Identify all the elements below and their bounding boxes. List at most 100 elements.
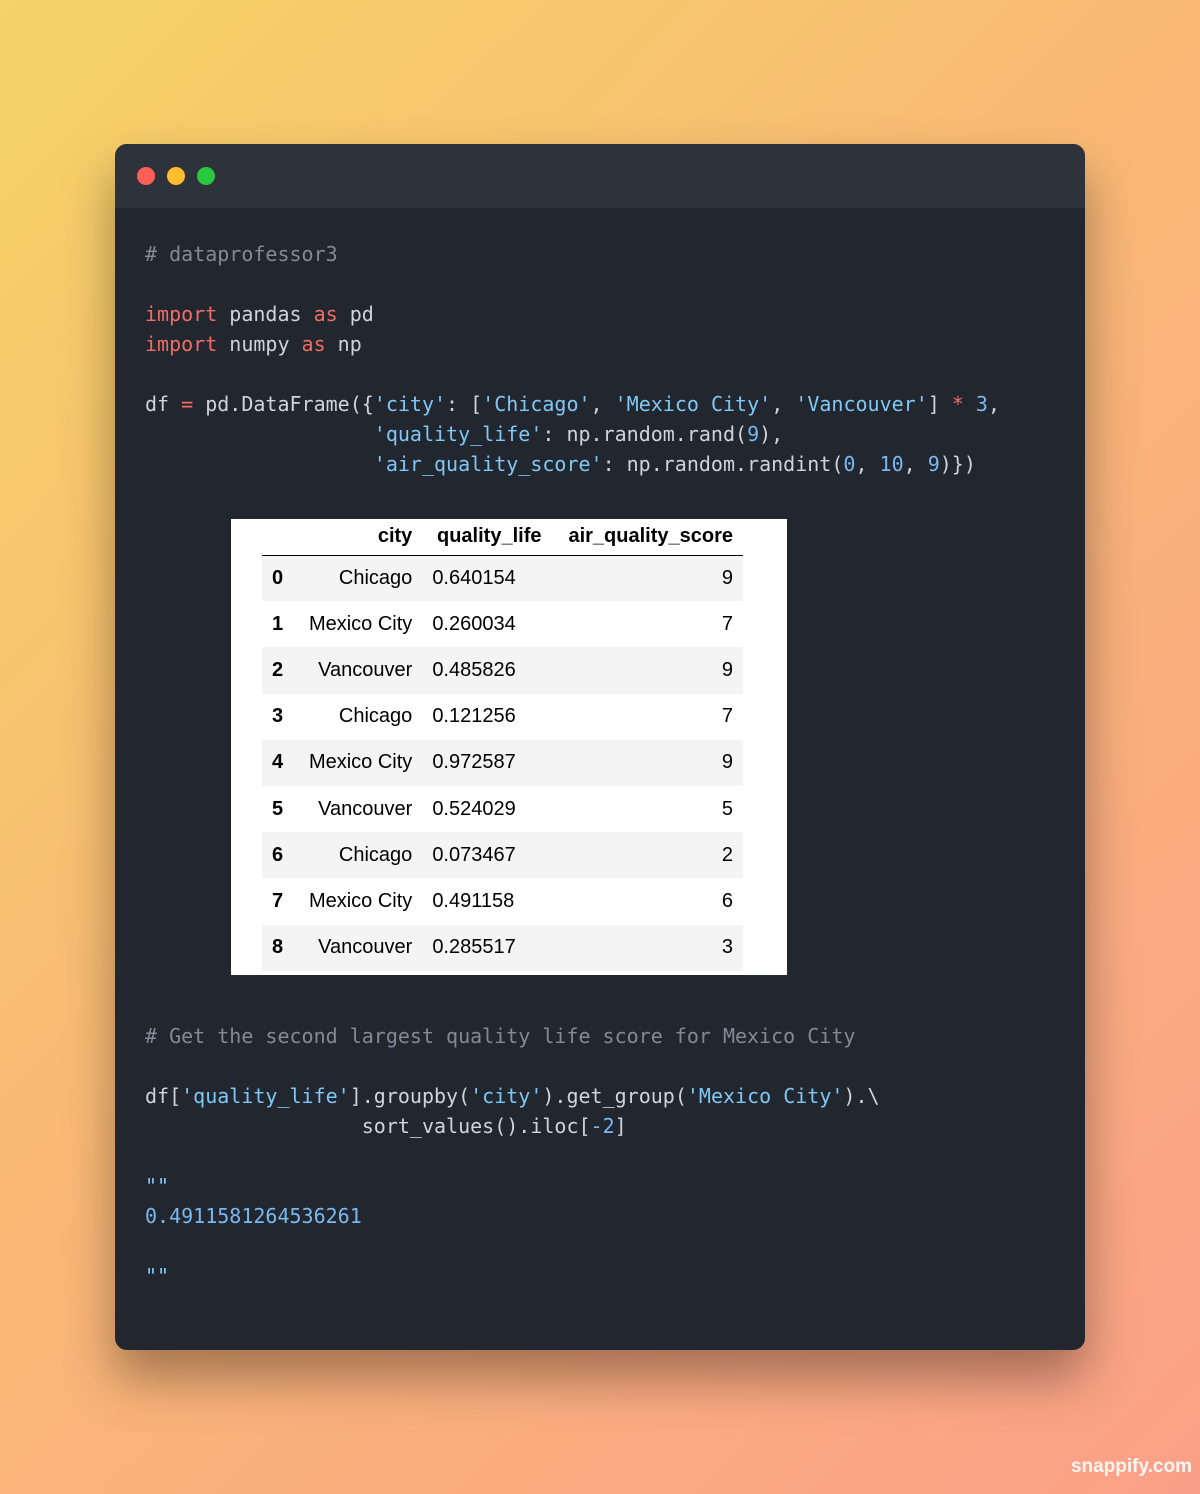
table-cell: 0.640154 <box>422 555 552 602</box>
table-row: 5 Vancouver 0.524029 5 <box>262 786 743 832</box>
code-line-query-2: sort_values().iloc[-2] <box>145 1111 627 1141</box>
module-name: pandas <box>217 302 314 326</box>
close-button[interactable] <box>137 167 155 185</box>
code-line-dataframe-1: df = pd.DataFrame({'city': ['Chicago', '… <box>145 389 1000 419</box>
code-line-dataframe-2: 'quality_life': np.random.rand(9), <box>145 419 783 449</box>
code-window: # dataprofessor3 import pandas as pd imp… <box>115 144 1085 1350</box>
comment-text: # Get the second largest quality life sc… <box>145 1024 856 1048</box>
code-line-import-pandas: import pandas as pd <box>145 299 374 329</box>
row-index: 6 <box>262 832 295 879</box>
quote-marks: "" <box>145 1264 170 1288</box>
number-literal: 9 <box>927 452 940 476</box>
table-cell: 5 <box>721 797 733 820</box>
output-value: 0.4911581264536261 <box>145 1201 362 1231</box>
code-token: df[ <box>145 1084 182 1108</box>
string-literal: 'Mexico City' <box>686 1084 844 1108</box>
table-cell: 9 <box>551 739 743 786</box>
output-number: 0.4911581264536261 <box>145 1204 362 1228</box>
number-literal: -2 <box>590 1114 615 1138</box>
alias: np <box>325 332 362 356</box>
string-literal: 'quality_life' <box>373 422 543 446</box>
code-comment-header: # dataprofessor3 <box>145 239 338 269</box>
module-name: numpy <box>217 332 302 356</box>
table-cell: 0.524029 <box>432 797 516 820</box>
table-cell: Mexico City <box>308 612 413 635</box>
docstring-close: "" <box>145 1261 169 1291</box>
code-token: ].groupby( <box>349 1084 471 1108</box>
keyword: import <box>145 302 218 326</box>
dataframe-output: city quality_life air_quality_score 0 Chi… <box>231 519 787 975</box>
table-cell: Vancouver <box>294 647 423 694</box>
code-token: ).get_group( <box>542 1084 687 1108</box>
table-cell: Vancouver <box>318 797 413 820</box>
maximize-button[interactable] <box>197 167 215 185</box>
row-index: 4 <box>262 739 295 786</box>
string-literal: 'Vancouver' <box>795 392 928 416</box>
code-token: , <box>987 392 1001 416</box>
string-literal: 'Chicago' <box>482 392 591 416</box>
number-literal: 9 <box>747 422 760 446</box>
table-cell: 0.121256 <box>432 705 516 728</box>
code-comment-query: # Get the second largest quality life sc… <box>145 1021 855 1051</box>
string-literal: 'air_quality_score' <box>373 452 603 476</box>
table-row: 4 Mexico City 0.972587 9 <box>262 739 743 786</box>
table-cell: Chicago <box>338 705 413 728</box>
code-token: ).\ <box>843 1084 880 1108</box>
table-cell: 0.285517 <box>422 924 552 971</box>
code-token: ] <box>614 1114 627 1138</box>
table-cell: 2 <box>551 832 743 879</box>
table-cell: 0.073467 <box>422 832 552 879</box>
table-cell: 3 <box>551 924 743 971</box>
code-token: , <box>903 452 928 476</box>
string-literal: 'quality_life' <box>181 1084 350 1108</box>
minimize-button[interactable] <box>167 167 185 185</box>
table-cell: 7 <box>721 705 733 728</box>
row-index: 5 <box>272 797 284 820</box>
comment-text: # dataprofessor3 <box>145 242 338 266</box>
number-literal: 3 <box>975 392 988 416</box>
table-cell: 9 <box>551 555 743 602</box>
string-literal: 'Mexico City' <box>614 392 772 416</box>
watermark[interactable]: snappify.com <box>1071 1456 1192 1478</box>
table-cell: 9 <box>551 647 743 694</box>
code-token: : [ <box>446 392 483 416</box>
table-cell: 7 <box>721 612 733 635</box>
code-token: : np.random.randint( <box>602 452 844 476</box>
table-row: 3 Chicago 0.121256 7 <box>262 694 743 740</box>
quote-marks: "" <box>145 1174 170 1198</box>
row-index: 2 <box>262 647 295 694</box>
table-row: 6 Chicago 0.073467 2 <box>262 832 743 879</box>
code-token: : np.random.rand( <box>542 422 748 446</box>
code-token: ] <box>927 392 952 416</box>
table-cell: 6 <box>721 889 733 912</box>
string-literal: 'city' <box>470 1084 543 1108</box>
code-line-dataframe-3: 'air_quality_score': np.random.randint(0… <box>145 449 976 479</box>
code-line-query-1: df['quality_life'].groupby('city').get_g… <box>145 1081 880 1111</box>
docstring-open: "" <box>145 1171 169 1201</box>
table-row: 2 Vancouver 0.485826 9 <box>262 647 743 694</box>
table-cell: Mexico City <box>308 889 413 912</box>
operator: * <box>951 392 964 416</box>
number-literal: 0 <box>843 452 856 476</box>
table-cell: Mexico City <box>294 739 423 786</box>
string-literal: 'city' <box>373 392 447 416</box>
row-index: 8 <box>262 924 295 971</box>
table-cell: 0.260034 <box>432 612 516 635</box>
table-cell: Chicago <box>294 555 423 602</box>
keyword: as <box>313 302 338 326</box>
column-header: city <box>294 519 423 556</box>
table-cell: 0.491158 <box>432 889 515 912</box>
row-index: 0 <box>262 555 295 602</box>
keyword: import <box>145 332 218 356</box>
table-row: 7 Mexico City 0.491158 6 <box>262 878 743 924</box>
code-token: , <box>590 392 615 416</box>
table-header-row: city quality_life air_quality_score <box>262 519 743 556</box>
code-token: sort_values().iloc[ <box>361 1114 591 1138</box>
code-token: )}) <box>939 452 976 476</box>
dataframe-table: city quality_life air_quality_score 0 Chi… <box>262 519 743 971</box>
row-index: 7 <box>272 889 284 912</box>
